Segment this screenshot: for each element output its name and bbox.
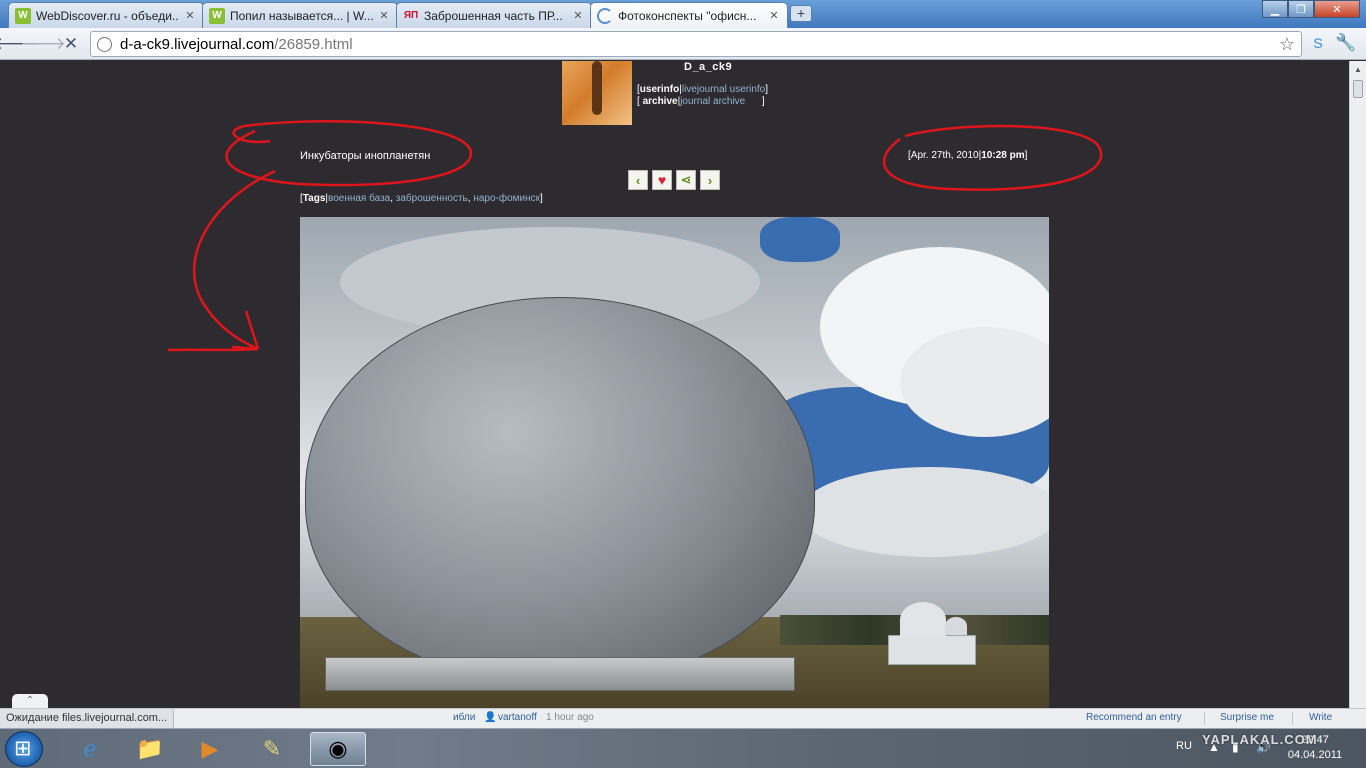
skype-extension-icon[interactable]: S: [1308, 33, 1328, 53]
url-host: d-a-ck9.livejournal.com: [120, 35, 275, 53]
annotation-arrowhead: [231, 310, 260, 351]
explorer-folder-icon[interactable]: 📁: [124, 732, 176, 766]
userinfo-links: [userinfo|livejournal userinfo]: [637, 84, 769, 95]
tab-title: Фотоконспекты "офисн...: [618, 8, 757, 23]
tags-label: Tags: [302, 193, 326, 204]
close-icon[interactable]: ✕: [571, 9, 585, 23]
close-icon[interactable]: ✕: [767, 9, 781, 23]
add-to-memories-heart-icon[interactable]: ♥: [652, 170, 672, 190]
stop-loading-icon[interactable]: ✕: [61, 34, 81, 54]
userinfo-link[interactable]: userinfo: [640, 84, 679, 95]
post-photo-radar-dome: [300, 217, 1049, 708]
watermark-logo: YAPLAKAL.COM: [1202, 732, 1318, 747]
paint-icon[interactable]: ✎: [246, 732, 298, 766]
chrome-taskbar-button[interactable]: ◉: [310, 732, 366, 766]
post-tags: [Tags|военная база, заброшенность, наро-…: [300, 193, 543, 204]
webdiscover-icon: W: [15, 7, 31, 24]
windows-taskbar: ℯ 📁 ▶ ✎ ◉ RU ▲ ▮ 🔊 22:47 04.04.2011: [0, 728, 1366, 768]
loading-status-text: Ожидание files.livejournal.com...: [0, 709, 175, 728]
write-link[interactable]: Write: [1309, 712, 1332, 723]
post-date-value[interactable]: Apr. 27th, 2010: [911, 150, 979, 161]
wrench-menu-icon[interactable]: 🔧: [1335, 33, 1356, 53]
close-icon[interactable]: ✕: [183, 9, 197, 23]
archive-links: [ archive|journal archive ]: [637, 96, 765, 107]
tab-webdiscover[interactable]: W WebDiscover.ru - объеди... ✕: [8, 2, 204, 28]
annotation-curved-arrow: [193, 169, 276, 351]
annotation-arrow-line: [167, 347, 259, 352]
page-info-icon[interactable]: [97, 36, 112, 52]
tab-title: WebDiscover.ru - объеди...: [36, 8, 179, 23]
tab-zabroshennaya[interactable]: ЯП Заброшенная часть ПР... ✕: [396, 2, 592, 28]
user-icon: 👤: [484, 712, 497, 723]
archive-link[interactable]: archive: [643, 96, 678, 107]
entry-nav-buttons: ‹ ♥ ⋖ ›: [628, 170, 720, 190]
webdiscover-icon: W: [209, 7, 225, 24]
yaplakal-icon: ЯП: [403, 10, 419, 21]
close-icon[interactable]: ✕: [377, 9, 391, 23]
tag-link[interactable]: заброшенность: [396, 193, 468, 204]
start-button[interactable]: [5, 731, 43, 767]
tag-link[interactable]: военная база: [328, 193, 390, 204]
url-path: /26859.html: [274, 35, 353, 53]
address-bar[interactable]: d-a-ck9.livejournal.com/26859.html ☆: [90, 31, 1302, 57]
livejournal-userinfo-link[interactable]: livejournal userinfo: [682, 84, 765, 95]
surprise-me-link[interactable]: Surprise me: [1220, 712, 1274, 723]
tab-fotokonspekty[interactable]: Фотоконспекты "офисн... ✕: [590, 2, 788, 28]
browser-tab-strip: W WebDiscover.ru - объеди... ✕ W Попил н…: [0, 0, 1366, 28]
scroll-up-icon[interactable]: ▲: [1353, 65, 1363, 74]
journal-username[interactable]: D_a_ck9: [684, 61, 732, 73]
recommend-entry-link[interactable]: Recommend an entry: [1086, 712, 1182, 723]
friend-update-time: 1 hour ago: [546, 712, 594, 723]
post-title: Инкубаторы инопланетян: [300, 150, 431, 162]
new-tab-button[interactable]: +: [790, 5, 812, 22]
clock-date: 04.04.2011: [1287, 749, 1343, 761]
next-entry-icon[interactable]: ›: [700, 170, 720, 190]
scrollbar-thumb[interactable]: [1353, 80, 1363, 98]
share-icon[interactable]: ⋖: [676, 170, 696, 190]
language-indicator[interactable]: RU: [1176, 740, 1192, 752]
tab-title: Заброшенная часть ПР...: [424, 8, 563, 23]
friends-feed-fragment[interactable]: ибли: [453, 712, 475, 723]
status-bar: Ожидание files.livejournal.com... ибли 👤…: [0, 708, 1366, 728]
close-window-button[interactable]: ✕: [1314, 0, 1360, 18]
tab-popil[interactable]: W Попил называется... | W... ✕: [202, 2, 398, 28]
maximize-button[interactable]: ❐: [1288, 0, 1314, 18]
page-content: D_a_ck9 [userinfo|livejournal userinfo] …: [0, 61, 1349, 708]
browser-toolbar: 🡐 🡒 ✕ d-a-ck9.livejournal.com/26859.html…: [0, 28, 1366, 60]
tab-title: Попил называется... | W...: [230, 8, 373, 23]
minimize-button[interactable]: ▁: [1262, 0, 1288, 18]
friend-username-link[interactable]: vartanoff: [498, 712, 537, 723]
journal-archive-link[interactable]: journal archive: [680, 96, 745, 107]
user-avatar[interactable]: [562, 61, 632, 125]
previous-entry-icon[interactable]: ‹: [628, 170, 648, 190]
tag-link[interactable]: наро-фоминск: [473, 193, 540, 204]
loading-icon: [597, 7, 613, 24]
forward-arrow-icon[interactable]: 🡒: [20, 34, 66, 54]
internet-explorer-icon[interactable]: ℯ: [64, 732, 116, 766]
bottom-panel-expand-icon[interactable]: ⌃: [12, 694, 48, 708]
media-player-icon[interactable]: ▶: [184, 732, 236, 766]
bookmark-star-icon[interactable]: ☆: [1279, 34, 1295, 55]
page-scrollbar[interactable]: ▲: [1349, 61, 1366, 708]
post-time: 10:28 pm: [981, 150, 1025, 161]
post-date: [Apr. 27th, 2010|10:28 pm]: [908, 150, 1028, 161]
